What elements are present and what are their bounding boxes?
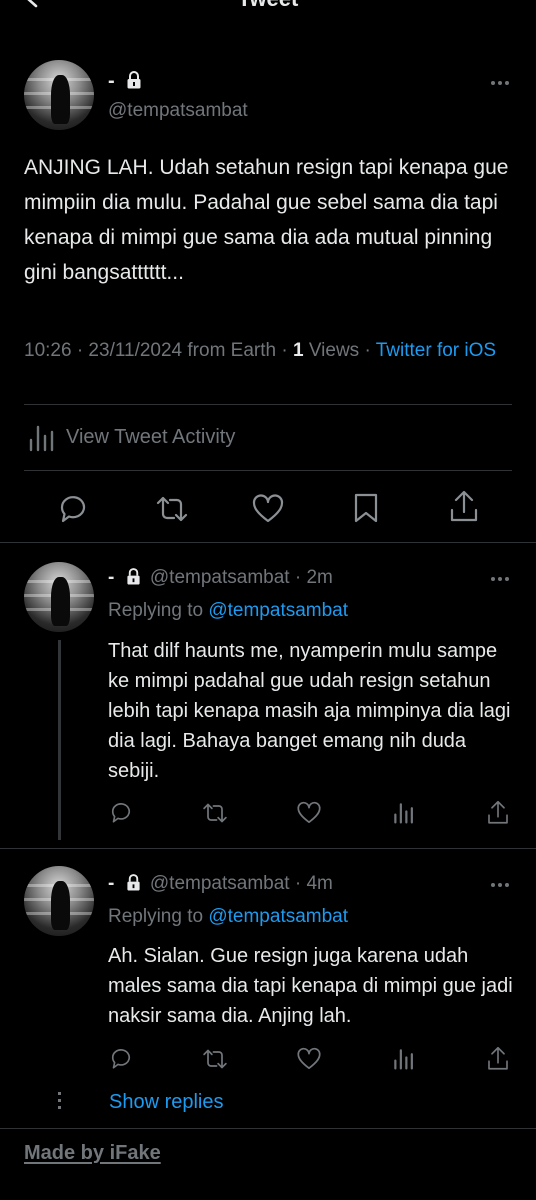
analytics-icon[interactable] xyxy=(393,802,415,824)
author-handle[interactable]: @tempatsambat xyxy=(150,873,290,894)
analytics-icon xyxy=(29,425,54,452)
reply-time: · 2m xyxy=(289,567,333,588)
views-count: 1 xyxy=(292,340,304,361)
retweet-icon[interactable] xyxy=(201,1047,229,1071)
replying-to-label: Replying to xyxy=(108,906,209,927)
avatar[interactable] xyxy=(24,60,94,130)
replying-to: Replying to @tempatsambat xyxy=(108,600,348,622)
share-icon[interactable] xyxy=(448,490,480,524)
thread-dots xyxy=(58,1092,61,1110)
show-replies-link[interactable]: Show replies xyxy=(109,1091,224,1114)
page-title: Tweet xyxy=(0,0,536,12)
author-name[interactable]: - xyxy=(108,567,114,588)
thread-line xyxy=(58,640,61,840)
view-tweet-activity[interactable]: View Tweet Activity xyxy=(24,424,344,454)
reply-time: · 4m xyxy=(289,873,333,894)
retweet-icon[interactable] xyxy=(201,801,229,825)
like-icon[interactable] xyxy=(296,1047,322,1071)
replying-to-link[interactable]: @tempatsambat xyxy=(208,600,348,621)
like-icon[interactable] xyxy=(251,494,285,524)
lock-icon xyxy=(127,874,140,891)
bookmark-icon[interactable] xyxy=(352,492,380,524)
more-icon[interactable] xyxy=(491,576,513,582)
reply-icon[interactable] xyxy=(108,1046,134,1070)
replying-to-label: Replying to xyxy=(108,600,209,621)
tweet-meta: 10:26 · 23/11/2024 from Earth · 1 Views … xyxy=(24,338,504,364)
more-icon[interactable] xyxy=(491,882,513,888)
replying-to-link[interactable]: @tempatsambat xyxy=(208,906,348,927)
replying-to: Replying to @tempatsambat xyxy=(108,906,348,928)
reply-text: That dilf haunts me, nyamperin mulu samp… xyxy=(108,640,511,782)
source-link[interactable]: Twitter for iOS xyxy=(376,340,496,361)
lock-icon xyxy=(127,71,141,89)
reply-icon[interactable] xyxy=(56,492,90,524)
tweet-timestamp: 10:26 · 23/11/2024 from Earth · xyxy=(24,340,293,361)
like-icon[interactable] xyxy=(296,801,322,825)
analytics-icon[interactable] xyxy=(393,1048,415,1070)
author-name: - xyxy=(108,70,115,92)
share-icon[interactable] xyxy=(486,1046,510,1072)
retweet-icon[interactable] xyxy=(154,494,190,524)
views-label: Views · xyxy=(303,340,376,361)
tweet-text: ANJING LAH. Udah setahun resign tapi ken… xyxy=(24,156,509,284)
reply-text: Ah. Sialan. Gue resign juga karena udah … xyxy=(108,945,513,1027)
author-handle[interactable]: @tempatsambat xyxy=(108,100,248,122)
watermark: Made by iFake xyxy=(24,1142,161,1164)
more-icon[interactable] xyxy=(491,80,513,86)
author-handle[interactable]: @tempatsambat xyxy=(150,567,290,588)
author-name-row[interactable]: - xyxy=(108,70,142,93)
reply-header: - @tempatsambat · 4m xyxy=(108,873,333,895)
author-name[interactable]: - xyxy=(108,873,114,894)
avatar[interactable] xyxy=(24,866,94,936)
view-tweet-activity-label: View Tweet Activity xyxy=(66,426,236,448)
avatar[interactable] xyxy=(24,562,94,632)
lock-icon xyxy=(127,568,140,585)
share-icon[interactable] xyxy=(486,800,510,826)
reply-header: - @tempatsambat · 2m xyxy=(108,567,333,589)
reply-icon[interactable] xyxy=(108,800,134,824)
